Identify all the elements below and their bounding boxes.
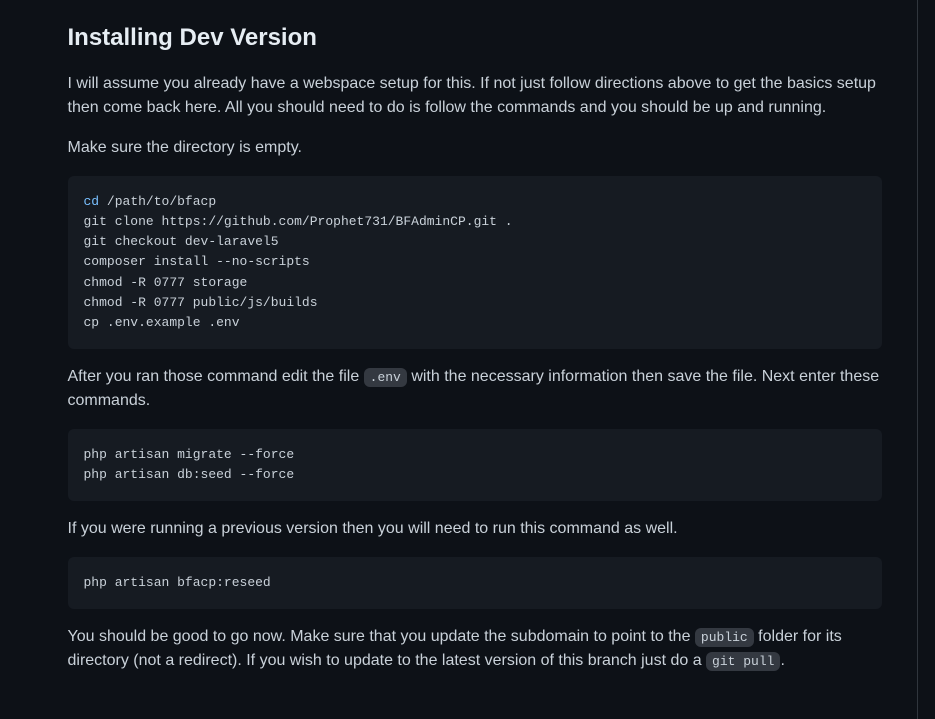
inline-code-env: .env [364,368,407,387]
section-heading: Installing Dev Version [68,20,882,56]
env-edit-paragraph: After you ran those command edit the fil… [68,365,882,413]
code-text: php artisan migrate --force php artisan … [84,447,295,482]
code-block-migrate: php artisan migrate --force php artisan … [68,429,882,501]
code-text: php artisan bfacp:reseed [84,575,271,590]
previous-version-note: If you were running a previous version t… [68,517,882,541]
code-keyword: cd [84,194,100,209]
inline-code-public: public [695,628,754,647]
inline-code-gitpull: git pull [706,652,780,671]
code-text: /path/to/bfacp git clone https://github.… [84,194,513,330]
document-content: Installing Dev Version I will assume you… [18,20,917,673]
text-fragment: After you ran those command edit the fil… [68,368,364,385]
document-container: Installing Dev Version I will assume you… [18,0,918,719]
code-block-reseed: php artisan bfacp:reseed [68,557,882,609]
text-fragment: You should be good to go now. Make sure … [68,628,695,645]
directory-note: Make sure the directory is empty. [68,136,882,160]
intro-paragraph: I will assume you already have a webspac… [68,72,882,120]
closing-paragraph: You should be good to go now. Make sure … [68,625,882,673]
text-fragment: . [780,652,784,669]
code-block-install: cd /path/to/bfacp git clone https://gith… [68,176,882,349]
